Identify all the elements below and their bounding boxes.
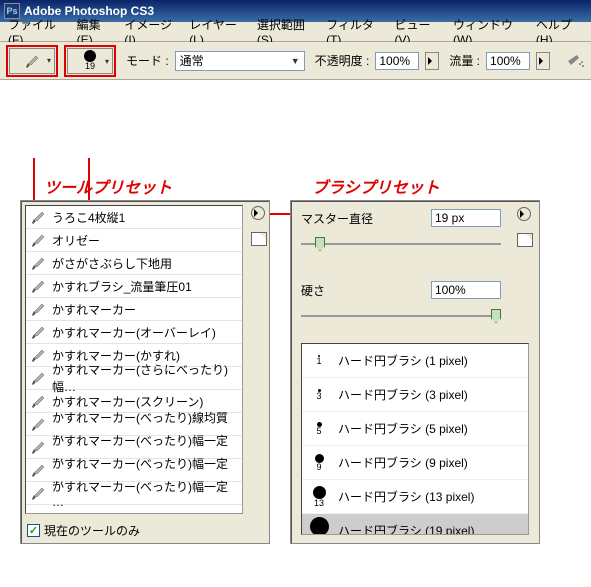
tool-preset-item-label: かすれマーカー [52,301,136,318]
opacity-flyout-button[interactable] [425,52,439,70]
tool-preset-item-label: オリゼー [52,232,100,249]
triangle-right-icon [520,210,528,218]
tool-preset-item-label: がさがさぶらし下地用 [52,255,172,272]
brush-size-number: 1 [316,357,321,366]
annotation-highlight-brush-preset: 19 ▾ [64,45,116,77]
brush-preview-icon: 19 [308,517,330,536]
tool-preset-item[interactable]: がさがさぶらし下地用 [26,252,242,275]
brush-tool-icon [30,232,46,248]
tool-preset-item[interactable]: かすれマーカー(オーバーレイ) [26,321,242,344]
annotation-layer: ツールプリセット ブラシプリセット [0,80,591,200]
hardness-label: 硬さ [301,282,325,299]
flow-field[interactable]: 100% [486,52,530,70]
brush-preset-item-label: ハード円ブラシ (13 pixel) [338,488,474,505]
brush-preset-item[interactable]: 3 ハード円ブラシ (3 pixel) [302,378,528,412]
brush-tool-icon [30,416,46,432]
tool-preset-item-label: かすれマーカー(オーバーレイ) [52,324,216,341]
tool-preset-item-label: かすれマーカー(さらにべったり)幅… [52,361,238,395]
airbrush-toggle-button[interactable] [565,52,585,70]
tool-preset-item-label: かすれマーカー(べったり)幅一定 … [52,478,238,509]
mode-select[interactable]: 通常 ▼ [175,51,305,71]
master-diameter-slider[interactable] [301,235,501,253]
brush-preset-item-label: ハード円ブラシ (5 pixel) [338,420,468,437]
mode-select-value: 通常 [180,52,204,69]
annotation-label-brush-preset: ブラシプリセット [312,174,440,198]
brush-tool-icon [30,324,46,340]
brush-preset-item[interactable]: 9 ハード円ブラシ (9 pixel) [302,446,528,480]
flow-label: 流量 : [449,52,480,69]
brush-tool-icon [30,209,46,225]
tool-preset-item[interactable]: うろこ4枚縦1 [26,206,242,229]
hardness-slider[interactable] [301,307,501,325]
brush-size-number: 13 [314,499,324,508]
airbrush-icon [565,52,585,70]
brush-preset-item-label: ハード円ブラシ (1 pixel) [338,352,468,369]
triangle-right-icon [428,57,436,65]
brush-tool-icon [30,393,46,409]
brush-tool-icon [30,462,46,478]
tool-preset-item-label: かすれブラシ_流量筆圧01 [52,278,192,295]
brush-preset-item[interactable]: 19 ハード円ブラシ (19 pixel) [302,514,528,535]
annotation-highlight-tool-preset: ▾ [6,45,58,77]
annotation-label-tool-preset: ツールプリセット [44,174,172,198]
tool-preset-item[interactable]: かすれブラシ_流量筆圧01 [26,275,242,298]
current-tool-only-checkbox[interactable]: ✓ [27,524,40,537]
triangle-right-icon [254,209,262,217]
tool-preset-item-label: かすれマーカー(スクリーン) [52,393,203,410]
tool-preset-list[interactable]: うろこ4枚縦1 オリゼーがさがさぶらし下地用かすれブラシ_流量筆圧01 かすれマーカ… [25,205,243,514]
tool-preset-picker-button[interactable]: ▾ [9,48,55,74]
brush-tool-icon [30,439,46,455]
hardness-field[interactable]: 100% [431,281,501,299]
brush-size-badge: 19 [85,62,95,71]
brush-size-number: 5 [316,427,321,436]
brush-tool-icon [30,347,46,363]
brush-preview-icon: 5 [308,422,330,436]
flow-flyout-button[interactable] [536,52,550,70]
brush-preset-item[interactable]: 13 ハード円ブラシ (13 pixel) [302,480,528,514]
brush-size-number: 3 [316,392,321,401]
opacity-label: 不透明度 : [315,52,370,69]
brush-tool-icon [30,255,46,271]
brush-preset-item[interactable]: 5 ハード円ブラシ (5 pixel) [302,412,528,446]
brush-tool-icon [30,301,46,317]
tool-preset-item[interactable]: かすれマーカー [26,298,242,321]
brush-preview-icon: 9 [308,454,330,472]
brush-tool-icon [30,485,46,501]
brush-preset-list[interactable]: 1 ハード円ブラシ (1 pixel) 3 ハード円ブラシ (3 pixel) 5 ハード… [301,343,529,535]
menubar: ファイル(F) 編集(E) イメージ(I) レイヤー(L) 選択範囲(S) フィ… [0,22,591,42]
brush-preview-icon: 1 [308,355,330,366]
brush-preset-picker-button[interactable]: 19 ▾ [67,48,113,74]
tool-preset-item[interactable]: かすれマーカー(さらにべったり)幅… [26,367,242,390]
brush-preset-panel: マスター直径 19 px 硬さ 100% 1 ハード円ブラシ (1 pixel) 3… [290,200,540,544]
new-preset-button[interactable] [251,232,267,246]
tool-preset-item[interactable]: かすれマーカー(べったり)幅一定 … [26,482,242,505]
brush-size-number: 9 [316,463,321,472]
brush-preset-item-label: ハード円ブラシ (19 pixel) [338,522,474,535]
brush-preset-item-label: ハード円ブラシ (3 pixel) [338,386,468,403]
brush-tool-icon [30,278,46,294]
brush-tool-icon [30,370,46,386]
mode-label: モード : [126,52,169,69]
dropdown-arrow-icon: ▾ [47,56,51,65]
master-diameter-label: マスター直径 [301,210,373,227]
master-diameter-field[interactable]: 19 px [431,209,501,227]
panel-menu-button[interactable] [517,207,531,221]
tool-preset-item-label: うろこ4枚縦1 [52,209,125,226]
tool-preset-item[interactable]: オリゼー [26,229,242,252]
panel-menu-button[interactable] [251,206,265,220]
current-tool-only-label: 現在のツールのみ [44,522,140,539]
triangle-right-icon [539,57,547,65]
brush-preview-icon: 3 [308,389,330,401]
brush-preview-icon: 13 [308,486,330,508]
new-brush-button[interactable] [517,233,533,247]
opacity-field[interactable]: 100% [375,52,419,70]
tool-preset-panel: うろこ4枚縦1 オリゼーがさがさぶらし下地用かすれブラシ_流量筆圧01 かすれマーカ… [20,200,270,544]
dropdown-arrow-icon: ▾ [105,57,109,66]
options-bar: ▾ 19 ▾ モード : 通常 ▼ 不透明度 : 100% 流量 : 100% [0,42,591,80]
brush-preset-item[interactable]: 1 ハード円ブラシ (1 pixel) [302,344,528,378]
dropdown-arrow-icon: ▼ [291,56,300,66]
brush-tool-icon [24,53,40,69]
brush-preset-item-label: ハード円ブラシ (9 pixel) [338,454,468,471]
